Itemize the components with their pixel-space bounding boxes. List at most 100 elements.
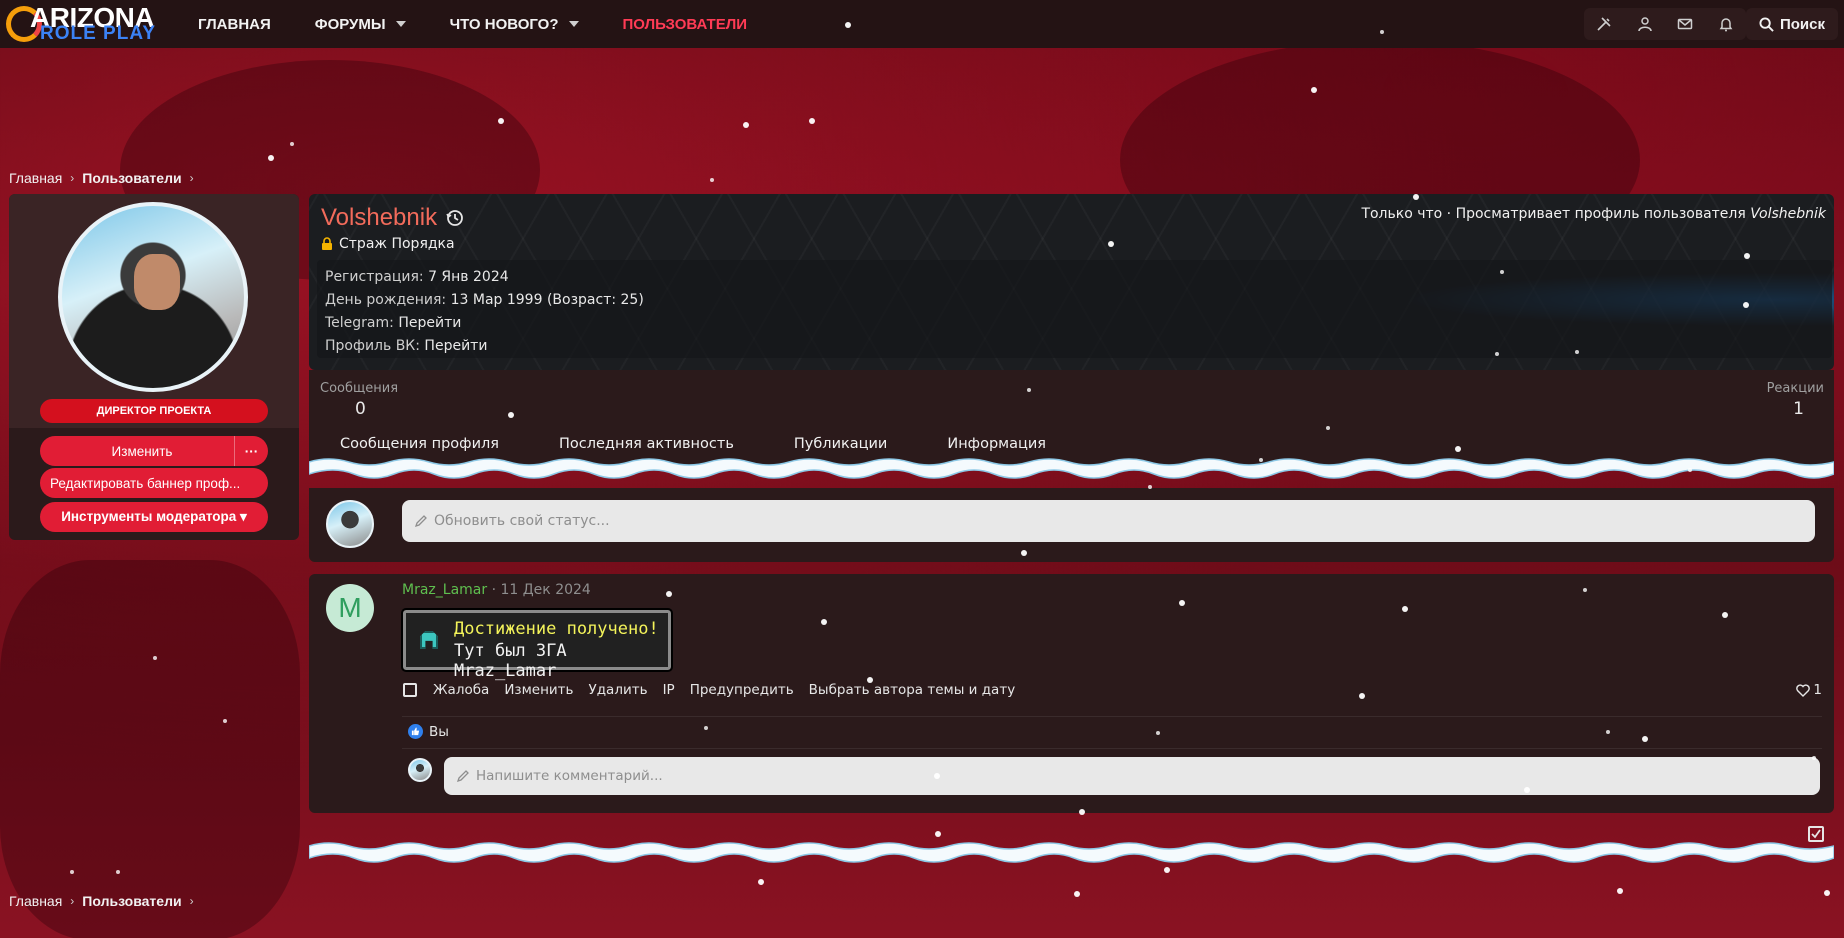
tab-about[interactable]: Информация bbox=[947, 436, 1046, 452]
comment-input[interactable]: Напишите комментарий... bbox=[444, 757, 1820, 795]
mail-icon[interactable] bbox=[1673, 12, 1697, 36]
breadcrumb-users[interactable]: Пользователи bbox=[82, 170, 181, 186]
lock-icon bbox=[322, 237, 332, 250]
snowflake bbox=[1583, 588, 1587, 592]
post-header: Mraz_Lamar · 11 Дек 2024 bbox=[402, 582, 591, 598]
commenter-avatar[interactable] bbox=[408, 758, 432, 782]
post-date[interactable]: · 11 Дек 2024 bbox=[492, 582, 591, 598]
snowflake bbox=[704, 726, 708, 730]
thumbs-up-icon bbox=[408, 724, 423, 739]
reacted-by[interactable]: Вы bbox=[429, 724, 449, 740]
breadcrumb-home[interactable]: Главная bbox=[9, 893, 62, 909]
info-vk: Профиль ВК: Перейти bbox=[325, 335, 1824, 358]
user-icon-bar bbox=[1584, 8, 1746, 40]
snowflake bbox=[1021, 550, 1027, 556]
action-delete[interactable]: Удалить bbox=[589, 682, 648, 698]
snowflake bbox=[1524, 787, 1530, 793]
action-report[interactable]: Жалоба bbox=[433, 682, 489, 698]
info-registration: Регистрация: 7 Янв 2024 bbox=[325, 266, 1824, 289]
stat-messages[interactable]: Сообщения 0 bbox=[320, 381, 398, 419]
nav-item-whats-new[interactable]: ЧТО НОВОГО? bbox=[450, 16, 579, 33]
more-options-button[interactable]: ··· bbox=[234, 436, 268, 466]
role-badge: ДИРЕКТОР ПРОЕКТА bbox=[40, 399, 268, 423]
chevron-right-icon: › bbox=[189, 894, 194, 908]
history-icon[interactable] bbox=[445, 208, 465, 228]
snowflake bbox=[1575, 350, 1579, 354]
snowflake bbox=[743, 122, 749, 128]
profile-avatar[interactable] bbox=[58, 202, 248, 392]
post-author[interactable]: Mraz_Lamar bbox=[402, 582, 487, 598]
snowflake bbox=[867, 677, 873, 683]
site-logo[interactable]: ARIZONA ROLE PLAY bbox=[4, 0, 179, 48]
post-actions: Жалоба Изменить Удалить IP Предупредить … bbox=[403, 682, 1030, 698]
nav-item-home[interactable]: ГЛАВНАЯ bbox=[198, 16, 271, 33]
tab-postings[interactable]: Публикации bbox=[794, 436, 887, 452]
snowflake bbox=[1500, 270, 1504, 274]
username-text: Volshebnik bbox=[321, 204, 438, 231]
bell-icon[interactable] bbox=[1714, 12, 1738, 36]
snowflake bbox=[1164, 867, 1170, 873]
breadcrumb-home[interactable]: Главная bbox=[9, 170, 62, 186]
profile-tabs: Сообщения профиля Последняя активность П… bbox=[340, 436, 1106, 452]
action-warn[interactable]: Предупредить bbox=[690, 682, 794, 698]
nav-item-forums[interactable]: ФОРУМЫ bbox=[315, 16, 406, 33]
like-count: 1 bbox=[1813, 682, 1822, 698]
chevron-down-icon[interactable] bbox=[395, 21, 406, 27]
snowflake bbox=[1413, 194, 1419, 200]
nav-item-users[interactable]: ПОЛЬЗОВАТЕЛИ bbox=[623, 16, 748, 33]
edit-banner-button[interactable]: Редактировать баннер проф... bbox=[40, 468, 268, 498]
snowflake bbox=[809, 118, 815, 124]
edit-profile-button[interactable]: Изменить ··· bbox=[40, 436, 268, 466]
snowflake bbox=[845, 22, 851, 28]
snowflake bbox=[1326, 426, 1330, 430]
info-birthday: День рождения: 13 Мар 1999 (Возраст: 25) bbox=[325, 289, 1824, 312]
search-icon bbox=[1759, 16, 1774, 32]
current-user-avatar[interactable] bbox=[326, 500, 374, 548]
top-navigation-bar: ARIZONA ROLE PLAY ГЛАВНАЯ ФОРУМЫ ЧТО НОВ… bbox=[0, 0, 1844, 48]
pencil-icon bbox=[456, 770, 469, 783]
tools-icon[interactable] bbox=[1592, 12, 1616, 36]
select-checkbox[interactable] bbox=[403, 683, 417, 697]
nav-item-label: ФОРУМЫ bbox=[314, 15, 386, 33]
snowflake bbox=[1074, 891, 1080, 897]
snowflake bbox=[1359, 693, 1365, 699]
nav-item-label: ЧТО НОВОГО? bbox=[449, 15, 559, 33]
edit-label: Изменить bbox=[111, 443, 173, 459]
achievement-image: Достижение получено! Тут был ЗГА Mraz_La… bbox=[401, 608, 673, 681]
achievement-text: Тут был ЗГА Mraz_Lamar bbox=[454, 641, 567, 681]
action-change-author[interactable]: Выбрать автора темы и дату bbox=[809, 682, 1016, 698]
snowflake bbox=[758, 879, 764, 885]
chevron-down-icon[interactable] bbox=[568, 21, 579, 27]
profile-sidebar: ДИРЕКТОР ПРОЕКТА Изменить ··· Редактиров… bbox=[9, 194, 299, 540]
author-avatar[interactable]: M bbox=[326, 584, 374, 632]
like-button[interactable]: 1 bbox=[1796, 682, 1822, 698]
profile-info-block: Регистрация: 7 Янв 2024 День рождения: 1… bbox=[317, 260, 1832, 358]
snowflake bbox=[1824, 890, 1830, 896]
moderator-tools-button[interactable]: Инструменты модератора ▾ bbox=[40, 502, 268, 532]
breadcrumb-users[interactable]: Пользователи bbox=[82, 893, 181, 909]
chevron-right-icon: › bbox=[189, 171, 194, 185]
comment-row: Напишите комментарий... bbox=[402, 748, 1822, 800]
tab-latest-activity[interactable]: Последняя активность bbox=[559, 436, 734, 452]
status-input[interactable]: Обновить свой статус... bbox=[402, 500, 1815, 542]
activity-target[interactable]: Volshebnik bbox=[1750, 206, 1826, 222]
stat-reactions[interactable]: Реакции 1 bbox=[1767, 381, 1824, 419]
tab-profile-posts[interactable]: Сообщения профиля bbox=[340, 436, 499, 452]
snowflake bbox=[1380, 30, 1384, 34]
info-key: Профиль ВК: bbox=[325, 338, 420, 354]
search-button[interactable]: Поиск bbox=[1746, 8, 1838, 40]
snowflake bbox=[223, 719, 227, 723]
user-icon[interactable] bbox=[1633, 12, 1657, 36]
snowflake bbox=[1642, 736, 1648, 742]
snowflake bbox=[268, 155, 274, 161]
telegram-link[interactable]: Перейти bbox=[398, 315, 461, 331]
user-title: Страж Порядка bbox=[321, 236, 455, 252]
vk-link[interactable]: Перейти bbox=[424, 338, 487, 354]
status-placeholder: Обновить свой статус... bbox=[434, 513, 610, 529]
status-update-card: Обновить свой статус... bbox=[309, 488, 1834, 562]
action-edit[interactable]: Изменить bbox=[504, 682, 573, 698]
activity-text: Только что · Просматривает профиль польз… bbox=[1361, 206, 1746, 222]
profile-username: Volshebnik bbox=[321, 204, 465, 232]
action-ip[interactable]: IP bbox=[663, 682, 675, 698]
diamond-helmet-icon bbox=[420, 631, 438, 649]
